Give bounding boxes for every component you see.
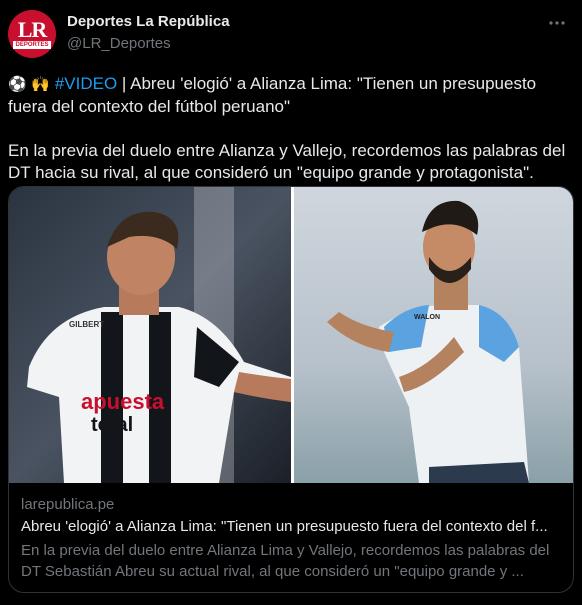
card-meta[interactable]: larepublica.pe Abreu 'elogió' a Alianza … xyxy=(9,484,573,592)
author-name[interactable]: Deportes La República xyxy=(67,13,230,30)
coach-photo: WALON xyxy=(294,187,573,483)
card-image[interactable]: apuesta total GILBERT WALON xyxy=(9,187,573,483)
shirt-sponsor-line2: total xyxy=(91,414,133,436)
tweet-headline: ⚽ 🙌 #VIDEO | Abreu 'elogió' a Alianza Li… xyxy=(8,73,574,118)
author-handle[interactable]: @LR_Deportes xyxy=(67,35,171,52)
card-domain: larepublica.pe xyxy=(21,496,115,513)
shirt-brand: GILBERT xyxy=(69,320,104,329)
avatar[interactable]: LR DEPORTES xyxy=(8,10,56,58)
coach-shirt-brand: WALON xyxy=(414,314,440,321)
avatar-logo-subtext: DEPORTES xyxy=(13,40,51,49)
player-photo: apuesta total GILBERT xyxy=(9,187,291,483)
avatar-logo-text: LR xyxy=(17,16,48,42)
tweet-text: ⚽ 🙌 #VIDEO | Abreu 'elogió' a Alianza Li… xyxy=(8,73,574,184)
more-horizontal-icon[interactable] xyxy=(548,14,566,37)
hashtag-link[interactable]: #VIDEO xyxy=(55,74,117,93)
link-card[interactable]: apuesta total GILBERT WALON larepublica.… xyxy=(8,186,574,593)
tweet-body: En la previa del duelo entre Alianza y V… xyxy=(8,141,566,182)
soccer-ball-icon: ⚽ xyxy=(8,76,27,93)
raised-hands-icon: 🙌 xyxy=(31,76,51,93)
card-description: En la previa del duelo entre Alianza Lim… xyxy=(21,542,550,580)
card-title: Abreu 'elogió' a Alianza Lima: "Tienen u… xyxy=(21,518,548,535)
shirt-sponsor-line1: apuesta xyxy=(81,389,165,414)
